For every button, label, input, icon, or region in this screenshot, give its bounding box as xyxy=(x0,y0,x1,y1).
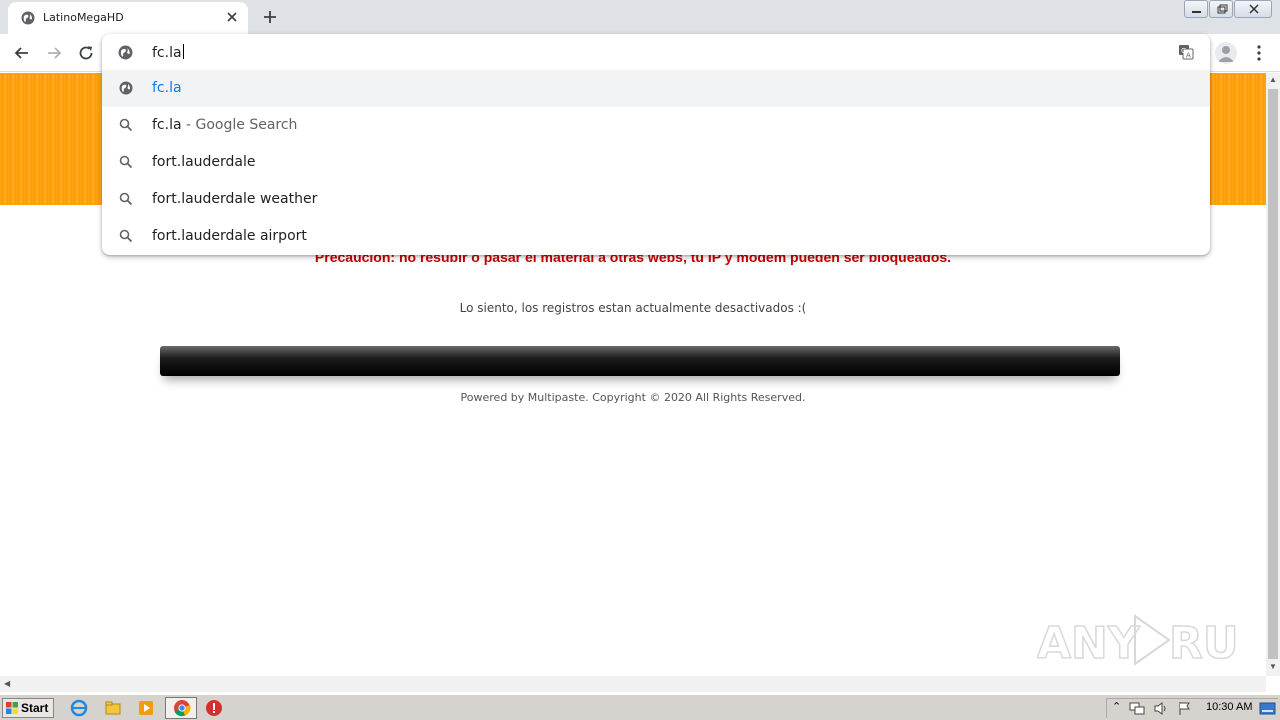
forward-arrow-icon[interactable] xyxy=(45,44,63,62)
start-button[interactable]: Start xyxy=(2,698,54,718)
globe-icon xyxy=(119,81,133,95)
footer-bar xyxy=(160,346,1120,376)
search-icon xyxy=(119,155,133,169)
file-explorer-icon[interactable] xyxy=(104,699,122,717)
avatar-icon xyxy=(1218,46,1234,62)
close-window-button[interactable] xyxy=(1234,0,1272,18)
show-hidden-icons-icon[interactable]: ⌃ xyxy=(1112,700,1121,713)
suggestion-text: fc.la - Google Search xyxy=(152,117,298,133)
reload-icon[interactable] xyxy=(77,44,95,62)
registration-notice: Lo siento, los registros estan actualmen… xyxy=(459,301,807,315)
close-icon xyxy=(1249,4,1259,14)
stop-sign-icon[interactable] xyxy=(205,699,223,717)
text-caret xyxy=(182,44,184,59)
suggestion-text: fc.la xyxy=(152,80,182,96)
search-icon xyxy=(119,192,133,206)
suggestion-search[interactable]: fort.lauderdale weather xyxy=(102,181,1210,218)
restore-icon xyxy=(1217,4,1228,14)
clock: 10:30 AM xyxy=(1206,701,1253,713)
footer-copyright: Powered by Multipaste. Copyright © 2020 … xyxy=(460,391,806,404)
minimize-button[interactable] xyxy=(1184,0,1208,18)
internet-explorer-icon[interactable] xyxy=(70,699,88,717)
close-icon[interactable] xyxy=(225,10,239,24)
scrollbar-thumb[interactable] xyxy=(1268,89,1278,659)
action-center-flag-icon[interactable] xyxy=(1177,701,1193,716)
new-tab-icon[interactable] xyxy=(262,9,278,25)
windows-logo-icon xyxy=(6,702,18,714)
globe-icon xyxy=(118,45,133,60)
translate-icon[interactable]: G A xyxy=(1178,44,1194,60)
suggestion-text: fort.lauderdale weather xyxy=(152,191,318,207)
chrome-icon xyxy=(174,700,191,717)
restore-button[interactable] xyxy=(1209,0,1233,18)
svg-text:RUN: RUN xyxy=(1169,618,1237,669)
tab-strip: LatinoMegaHD xyxy=(0,0,1280,34)
suggestion-text: fort.lauderdale xyxy=(152,154,256,170)
show-desktop-icon[interactable] xyxy=(1259,701,1277,716)
horizontal-scrollbar[interactable]: ◀ xyxy=(0,676,1266,692)
vertical-scrollbar[interactable]: ▲ ▼ xyxy=(1266,73,1280,676)
search-icon xyxy=(119,229,133,243)
tab-title: LatinoMegaHD xyxy=(43,11,124,24)
network-icon[interactable] xyxy=(1129,701,1145,716)
suggestion-search[interactable]: fort.lauderdale xyxy=(102,144,1210,181)
back-arrow-icon[interactable] xyxy=(13,44,31,62)
minimize-icon xyxy=(1192,11,1201,13)
windows-taskbar: Start ⌃ 10:30 AM xyxy=(0,694,1280,720)
address-input[interactable]: fc.la xyxy=(152,44,184,61)
search-icon xyxy=(119,118,133,132)
suggestion-text: fort.lauderdale airport xyxy=(152,228,307,244)
scroll-down-icon[interactable]: ▼ xyxy=(1269,662,1277,671)
media-player-icon[interactable] xyxy=(137,699,155,717)
taskbar-chrome-button[interactable] xyxy=(165,697,197,719)
suggestion-search[interactable]: fc.la - Google Search xyxy=(102,107,1210,144)
omnibox-dropdown: fc.la G A fc.la fc.la - Google Search fo… xyxy=(102,34,1210,255)
start-label: Start xyxy=(21,701,49,715)
svg-text:ANY: ANY xyxy=(1037,618,1141,669)
anyrun-watermark-logo: ANY RUN xyxy=(1037,614,1237,670)
browser-tab[interactable]: LatinoMegaHD xyxy=(8,2,248,34)
scroll-up-icon[interactable]: ▲ xyxy=(1269,75,1277,84)
profile-avatar[interactable] xyxy=(1215,42,1237,64)
volume-icon[interactable] xyxy=(1153,701,1169,716)
globe-icon xyxy=(21,11,35,25)
suggestion-search[interactable]: fort.lauderdale airport xyxy=(102,218,1210,255)
svg-text:A: A xyxy=(1186,52,1191,60)
more-menu-icon[interactable] xyxy=(1252,44,1266,62)
suggestion-url[interactable]: fc.la xyxy=(102,70,1210,107)
address-bar[interactable]: fc.la G A xyxy=(102,34,1210,70)
scroll-left-icon[interactable]: ◀ xyxy=(4,679,10,688)
